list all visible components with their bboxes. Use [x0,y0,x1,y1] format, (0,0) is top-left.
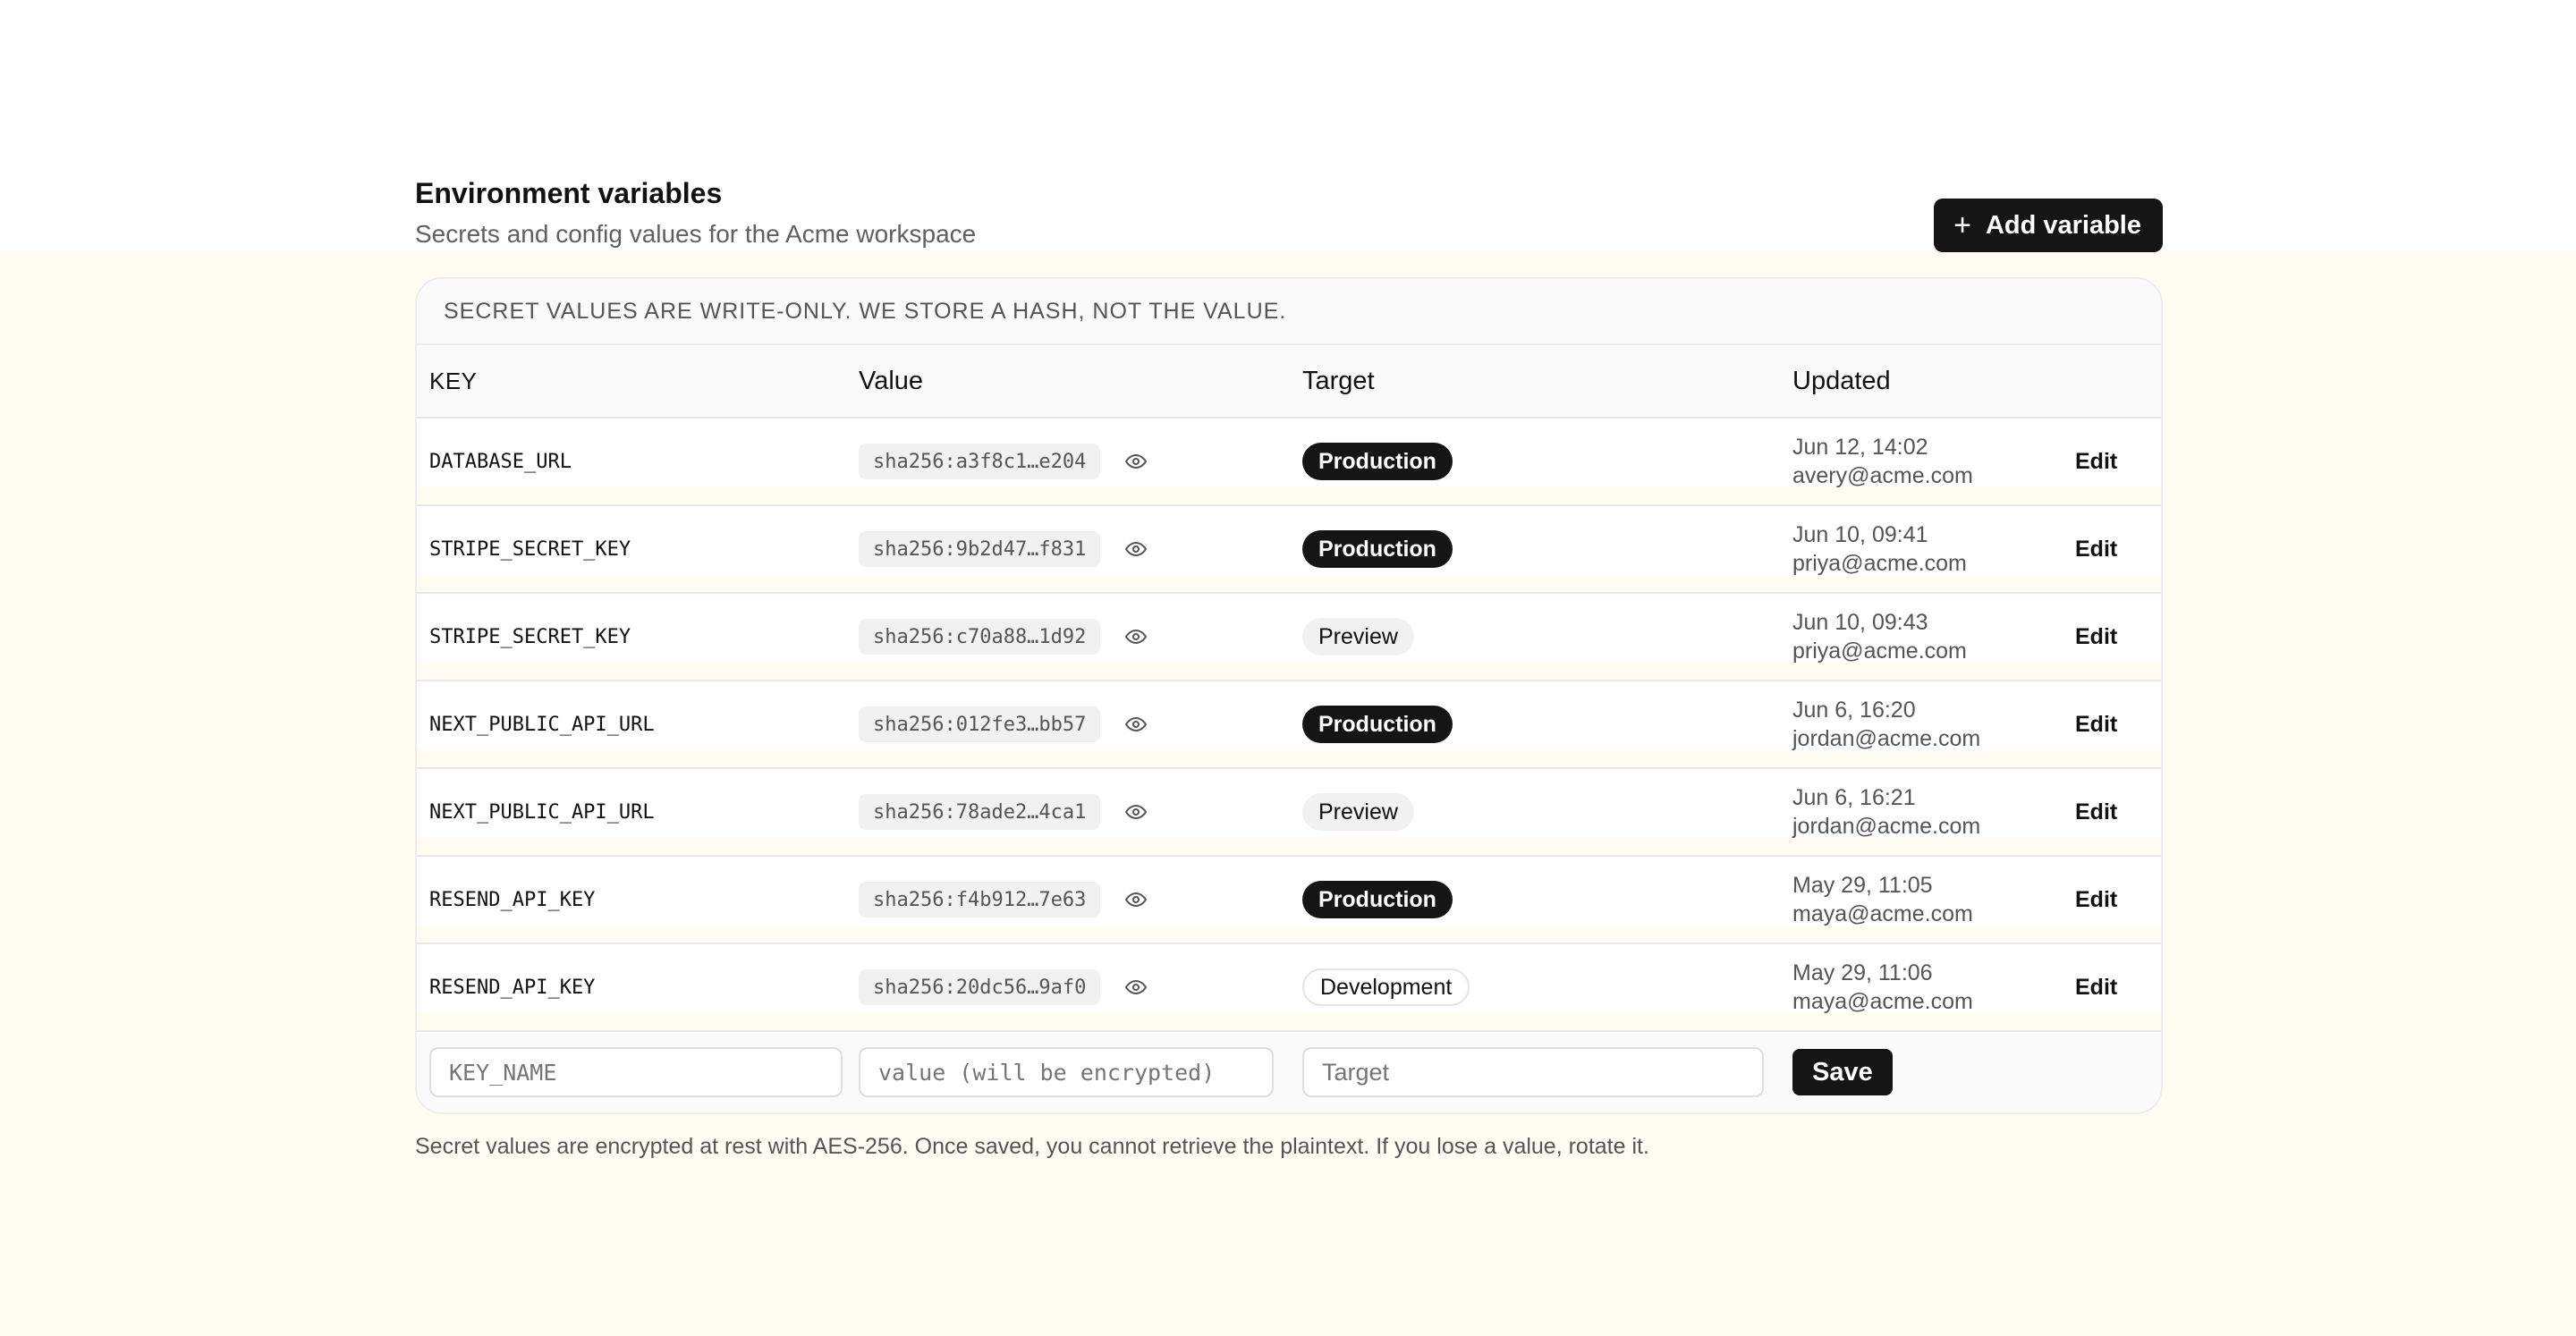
updated-by: jordan@acme.com [1792,814,1981,839]
updated-by: maya@acme.com [1792,989,1973,1014]
new-value-input[interactable] [859,1047,1274,1097]
value-hash: sha256:c70a88…1d92 [859,619,1101,655]
table-row: NEXT_PUBLIC_API_URL sha256:012fe3…bb57 P… [417,681,2161,769]
encryption-footnote: Secret values are encrypted at rest with… [415,1134,1649,1159]
updated-time: Jun 10, 09:41 [1792,522,1928,547]
updated-time: Jun 6, 16:20 [1792,698,1916,723]
table-row: NEXT_PUBLIC_API_URL sha256:78ade2…4ca1 P… [417,769,2161,857]
column-header-key: KEY [429,367,478,394]
target-badge: Production [1302,706,1453,743]
eye-icon[interactable] [1125,450,1148,473]
edit-button[interactable]: Edit [2075,799,2117,824]
value-hash: sha256:78ade2…4ca1 [859,794,1101,830]
eye-icon[interactable] [1125,976,1148,999]
page-header: Environment variables Secrets and config… [415,175,2163,256]
table-row: STRIPE_SECRET_KEY sha256:9b2d47…f831 Pro… [417,506,2161,594]
page-subtitle: Secrets and config values for the Acme w… [415,220,977,248]
updated-by: avery@acme.com [1792,463,1973,488]
add-variable-label: Add variable [1985,210,2141,240]
column-header-updated: Updated [1792,366,1891,395]
target-badge: Preview [1302,793,1414,831]
edit-button[interactable]: Edit [2075,624,2117,649]
save-button[interactable]: Save [1792,1049,1893,1095]
eye-icon[interactable] [1125,625,1148,648]
value-hash: sha256:a3f8c1…e204 [859,444,1101,479]
table-row: RESEND_API_KEY sha256:f4b912…7e63 Produc… [417,857,2161,944]
target-badge: Production [1302,443,1453,480]
column-header-value: Value [859,366,924,395]
eye-icon[interactable] [1125,713,1148,736]
variable-key: DATABASE_URL [429,450,572,473]
updated-by: jordan@acme.com [1792,726,1981,751]
write-only-notice: SECRET VALUES ARE WRITE-ONLY. WE STORE A… [417,279,2161,345]
edit-button[interactable]: Edit [2075,975,2117,1000]
value-hash: sha256:9b2d47…f831 [859,531,1101,567]
value-hash: sha256:f4b912…7e63 [859,882,1101,917]
page-title: Environment variables [415,177,723,209]
eye-icon[interactable] [1125,888,1148,911]
new-variable-row: Save [417,1032,2161,1112]
column-header-target: Target [1302,366,1375,395]
updated-by: priya@acme.com [1792,638,1967,664]
value-hash: sha256:20dc56…9af0 [859,969,1101,1005]
edit-button[interactable]: Edit [2075,712,2117,737]
variable-key: NEXT_PUBLIC_API_URL [429,800,655,824]
edit-button[interactable]: Edit [2075,449,2117,474]
target-badge: Production [1302,530,1453,568]
target-badge: Development [1302,968,1470,1006]
updated-time: May 29, 11:06 [1792,960,1933,985]
edit-button[interactable]: Edit [2075,537,2117,562]
variable-key: NEXT_PUBLIC_API_URL [429,713,655,736]
target-badge: Preview [1302,618,1414,655]
table-row: STRIPE_SECRET_KEY sha256:c70a88…1d92 Pre… [417,594,2161,681]
table-header: KEY Value Target Updated [417,345,2161,419]
variable-key: RESEND_API_KEY [429,976,596,999]
plus-icon: + [1953,208,1971,242]
env-vars-page: Environment variables Secrets and config… [415,175,2163,1160]
new-key-input[interactable] [429,1047,843,1097]
edit-button[interactable]: Edit [2075,887,2117,912]
table-row: RESEND_API_KEY sha256:20dc56…9af0 Develo… [417,944,2161,1032]
updated-by: maya@acme.com [1792,901,1973,926]
target-badge: Production [1302,881,1453,918]
updated-time: Jun 10, 09:43 [1792,610,1928,635]
table-row: DATABASE_URL sha256:a3f8c1…e204 Producti… [417,419,2161,506]
new-target-input[interactable] [1302,1047,1764,1097]
variables-table-card: SECRET VALUES ARE WRITE-ONLY. WE STORE A… [415,277,2163,1114]
variable-key: RESEND_API_KEY [429,888,596,911]
eye-icon[interactable] [1125,800,1148,824]
value-hash: sha256:012fe3…bb57 [859,706,1101,742]
variable-key: STRIPE_SECRET_KEY [429,625,631,648]
variable-key: STRIPE_SECRET_KEY [429,537,631,561]
table-body: DATABASE_URL sha256:a3f8c1…e204 Producti… [417,419,2161,1032]
add-variable-button[interactable]: + Add variable [1934,199,2163,252]
eye-icon[interactable] [1125,537,1148,561]
updated-time: May 29, 11:05 [1792,873,1933,898]
updated-time: Jun 12, 14:02 [1792,435,1928,460]
updated-time: Jun 6, 16:21 [1792,785,1916,810]
updated-by: priya@acme.com [1792,551,1967,576]
